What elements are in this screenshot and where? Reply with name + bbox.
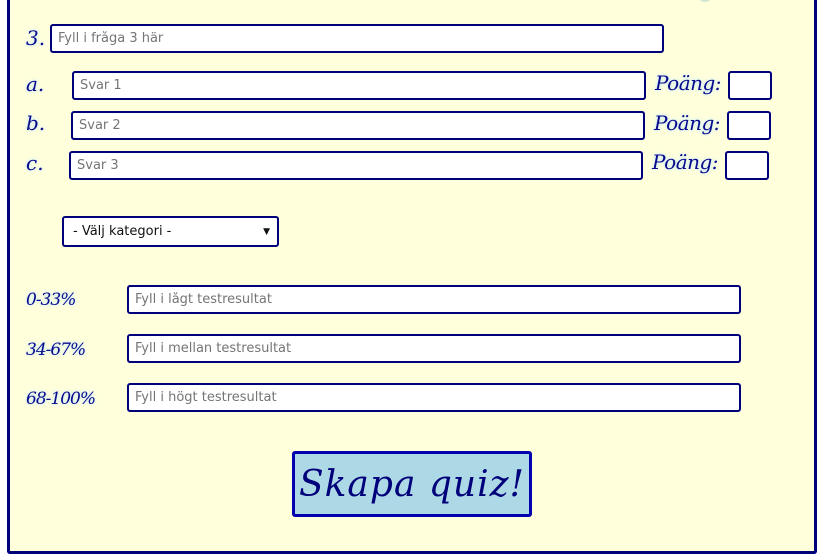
answer-2-input[interactable] bbox=[71, 111, 645, 140]
answer-a-letter: a. bbox=[26, 72, 45, 96]
points-label-c: Poäng: bbox=[652, 150, 719, 174]
mid-result-input[interactable] bbox=[127, 334, 741, 363]
points-label-b: Poäng: bbox=[654, 111, 721, 135]
high-result-input[interactable] bbox=[127, 383, 741, 412]
create-quiz-button[interactable]: Skapa quiz! bbox=[292, 451, 532, 517]
answer-b-letter: b. bbox=[26, 111, 46, 135]
result-range-high: 68-100% bbox=[26, 389, 96, 409]
question-3-input[interactable] bbox=[50, 24, 664, 53]
answer-3-input[interactable] bbox=[69, 151, 643, 180]
result-range-low: 0-33% bbox=[26, 290, 76, 310]
dropdown-arrow-icon: ▼ bbox=[263, 226, 270, 237]
low-result-input[interactable] bbox=[127, 285, 741, 314]
question-number: 3. bbox=[26, 26, 46, 50]
points-input-c[interactable] bbox=[725, 151, 769, 180]
answer-c-letter: c. bbox=[26, 151, 44, 175]
category-select[interactable]: - Välj kategori - ▼ bbox=[62, 216, 279, 247]
result-range-mid: 34-67% bbox=[26, 340, 86, 360]
points-label-a: Poäng: bbox=[655, 71, 722, 95]
answer-1-input[interactable] bbox=[72, 71, 646, 100]
points-input-a[interactable] bbox=[728, 71, 772, 100]
points-input-b[interactable] bbox=[727, 111, 771, 140]
category-selected-value: - Välj kategori - bbox=[73, 224, 172, 239]
